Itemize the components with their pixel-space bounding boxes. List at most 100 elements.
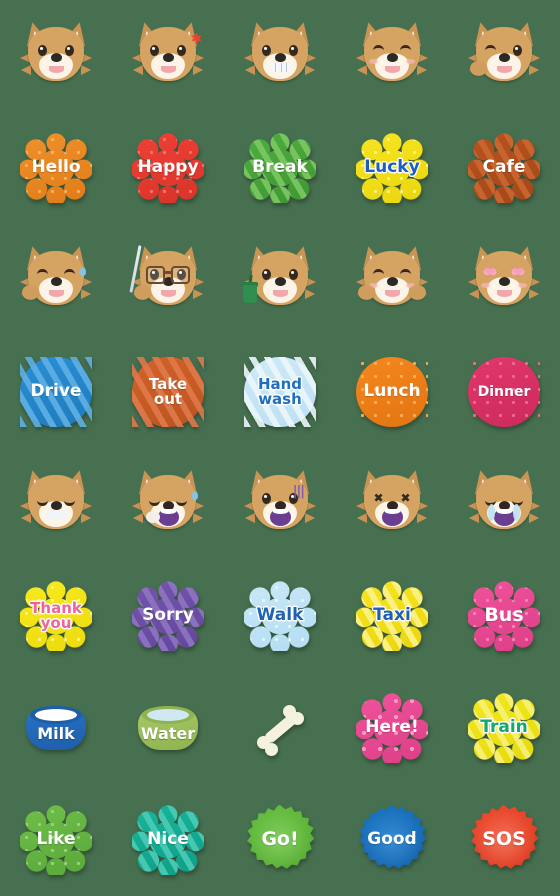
badge-badge-lunch[interactable]: Lunch (356, 357, 428, 427)
sticker-cell-badge-sorry[interactable]: Sorry (112, 560, 224, 672)
badge-badge-happy[interactable]: Happy (132, 133, 204, 203)
sticker-cell-dog-sweat-wink[interactable] (0, 224, 112, 336)
sticker-cell-dog-sleepy-bubble[interactable] (112, 448, 224, 560)
sticker-cell-dog-coffee[interactable] (224, 224, 336, 336)
sticker-cell-badge-like[interactable]: Like (0, 784, 112, 896)
badge-badge-good[interactable]: Good (356, 805, 428, 875)
badge-badge-train[interactable]: Train (468, 693, 540, 763)
badge-label: Lucky (364, 157, 420, 178)
sticker-cell-dog-content-sleep[interactable] (0, 448, 112, 560)
sticker-cell-badge-here[interactable]: Here! (336, 672, 448, 784)
sticker-cell-badge-walk[interactable]: Walk (224, 560, 336, 672)
dog-mouth (385, 66, 400, 73)
badge-badge-here[interactable]: Here! (356, 693, 428, 763)
badge-label: Dinner (477, 383, 531, 400)
sticker-cell-dog-heart-eyes[interactable] (448, 224, 560, 336)
sticker-cell-badge-thank-you[interactable]: Thank you (0, 560, 112, 672)
sticker-cell-badge-hand-wash[interactable]: Hand wash (224, 336, 336, 448)
sticker-cell-dog-wink-paw[interactable] (448, 0, 560, 112)
dog-face[interactable]: ✱ (130, 19, 206, 89)
badge-badge-hello[interactable]: Hello (20, 133, 92, 203)
sticker-cell-dog-shock-vein[interactable]: ||| (224, 448, 336, 560)
badge-badge-dinner[interactable]: Dinner (468, 357, 540, 427)
badge-label: Take out (148, 374, 188, 408)
badge-badge-bus[interactable]: Bus (468, 581, 540, 651)
sticker-cell-badge-taxi[interactable]: Taxi (336, 560, 448, 672)
dog-face[interactable] (18, 19, 94, 89)
badge-badge-sos[interactable]: SOS (468, 805, 540, 875)
dog-face[interactable] (130, 467, 206, 537)
badge-label: Walk (256, 605, 304, 626)
badge-badge-hand-wash[interactable]: Hand wash (244, 357, 316, 427)
dog-face[interactable] (18, 243, 94, 313)
sticker-cell-dog-laughing[interactable] (336, 224, 448, 336)
dog-eye-right (177, 45, 186, 56)
badge-badge-cafe[interactable]: Cafe (468, 133, 540, 203)
badge-badge-lucky[interactable]: Lucky (356, 133, 428, 203)
sticker-cell-dog-wink-angry[interactable]: ✱ (112, 0, 224, 112)
sticker-cell-badge-cafe[interactable]: Cafe (448, 112, 560, 224)
badge-badge-go[interactable]: Go! (244, 805, 316, 875)
dog-eye-left (485, 45, 496, 56)
dog-eye-right (400, 269, 411, 280)
sticker-cell-bowl-water[interactable]: Water (112, 672, 224, 784)
dog-face[interactable] (354, 243, 430, 313)
sticker-cell-badge-go[interactable]: Go! (224, 784, 336, 896)
dog-teeth (46, 511, 68, 520)
bowl-bowl-water[interactable]: Water (132, 702, 204, 754)
bowl-label: Water (140, 724, 196, 743)
sticker-cell-bone[interactable] (224, 672, 336, 784)
bone-icon[interactable] (249, 699, 311, 757)
dog-fur-tuft (133, 65, 143, 75)
dog-fur-tuft (469, 289, 479, 299)
badge-badge-take-out[interactable]: Take out (132, 357, 204, 427)
sticker-cell-badge-break[interactable]: Break (224, 112, 336, 224)
sticker-cell-badge-take-out[interactable]: Take out (112, 336, 224, 448)
dog-face[interactable] (242, 19, 318, 89)
badge-badge-nice[interactable]: Nice (132, 805, 204, 875)
sticker-cell-badge-good[interactable]: Good (336, 784, 448, 896)
dog-fur-tuft (193, 289, 203, 299)
sticker-cell-badge-drive[interactable]: Drive (0, 336, 112, 448)
sticker-cell-bowl-milk[interactable]: Milk (0, 672, 112, 784)
dog-face[interactable] (18, 467, 94, 537)
dog-face[interactable] (466, 19, 542, 89)
sticker-cell-dog-grin-teeth[interactable] (224, 0, 336, 112)
sticker-cell-badge-bus[interactable]: Bus (448, 560, 560, 672)
dog-fur-tuft (529, 65, 539, 75)
dog-face[interactable] (466, 243, 542, 313)
badge-badge-like[interactable]: Like (20, 805, 92, 875)
sticker-cell-badge-lucky[interactable]: Lucky (336, 112, 448, 224)
badge-badge-break[interactable]: Break (244, 133, 316, 203)
dog-mouth (385, 290, 400, 297)
sticker-cell-badge-nice[interactable]: Nice (112, 784, 224, 896)
sticker-cell-badge-sos[interactable]: SOS (448, 784, 560, 896)
dog-eye-left (149, 495, 160, 506)
sticker-cell-dog-glasses-pen[interactable] (112, 224, 224, 336)
dog-face[interactable]: ✖ ✖ (354, 467, 430, 537)
dog-face[interactable] (129, 243, 206, 313)
sticker-cell-dog-happy-closed-eyes[interactable] (336, 0, 448, 112)
dog-face[interactable] (242, 243, 318, 313)
badge-badge-sorry[interactable]: Sorry (132, 581, 204, 651)
sticker-cell-badge-train[interactable]: Train (448, 672, 560, 784)
badge-badge-drive[interactable]: Drive (20, 357, 92, 427)
dog-eye-right (289, 45, 298, 56)
sticker-cell-dog-crying[interactable] (448, 448, 560, 560)
sticker-cell-badge-hello[interactable]: Hello (0, 112, 112, 224)
sticker-cell-dog-neutral-smile[interactable] (0, 0, 112, 112)
dog-nose (51, 53, 62, 62)
sticker-cell-badge-dinner[interactable]: Dinner (448, 336, 560, 448)
badge-badge-walk[interactable]: Walk (244, 581, 316, 651)
sticker-cell-badge-lunch[interactable]: Lunch (336, 336, 448, 448)
dog-face[interactable] (466, 467, 542, 537)
badge-badge-taxi[interactable]: Taxi (356, 581, 428, 651)
badge-label: Good (367, 829, 417, 850)
dog-face[interactable] (354, 19, 430, 89)
badge-badge-thank-you[interactable]: Thank you (20, 581, 92, 651)
dog-nose (51, 501, 62, 510)
dog-face[interactable]: ||| (242, 467, 318, 537)
bowl-bowl-milk[interactable]: Milk (20, 702, 92, 754)
sticker-cell-badge-happy[interactable]: Happy (112, 112, 224, 224)
sticker-cell-dog-dead-x-eyes[interactable]: ✖ ✖ (336, 448, 448, 560)
